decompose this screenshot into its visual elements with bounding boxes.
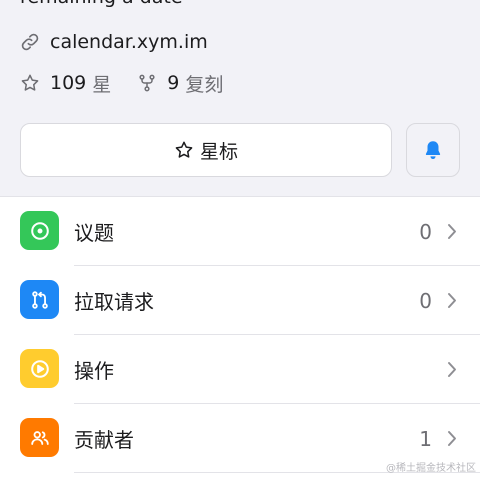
chevron-right-icon xyxy=(448,293,456,308)
list-item-pull-requests[interactable]: 拉取请求 0 xyxy=(0,266,480,335)
chevron-right-icon xyxy=(448,224,456,239)
list-item-count: 0 xyxy=(419,288,432,313)
repo-header: remaining a date calendar.xym.im 109 星 9 xyxy=(0,0,480,196)
chevron-right-icon xyxy=(448,362,456,377)
star-icon xyxy=(175,141,193,158)
play-icon xyxy=(20,349,59,388)
list-item-count: 0 xyxy=(419,219,432,244)
stars-count: 109 xyxy=(50,72,87,94)
list-item-issues[interactable]: 议题 0 xyxy=(0,197,480,266)
website-link[interactable]: calendar.xym.im xyxy=(20,28,208,56)
repo-description: remaining a date xyxy=(20,0,183,8)
bell-icon xyxy=(425,141,441,159)
fork-icon xyxy=(139,74,155,92)
forks-unit: 复刻 xyxy=(185,73,224,96)
forks-count: 9 xyxy=(167,72,180,94)
watermark: @稀土掘金技术社区 xyxy=(386,463,476,474)
list-item-label: 议题 xyxy=(74,221,114,245)
stars-stat[interactable]: 109 星 xyxy=(20,70,111,97)
list-item-count: 1 xyxy=(419,426,432,451)
stars-unit: 星 xyxy=(92,73,112,96)
link-icon xyxy=(21,33,39,51)
list-item-label: 贡献者 xyxy=(74,428,134,452)
issue-icon xyxy=(20,211,59,250)
chevron-right-icon xyxy=(448,431,456,446)
star-button[interactable]: 星标 xyxy=(20,123,392,177)
forks-stat[interactable]: 9 复刻 xyxy=(137,70,223,97)
repo-menu-list: 议题 0 拉取请求 0 操作 贡献者 1 xyxy=(0,196,480,473)
star-button-label: 星标 xyxy=(199,140,238,163)
people-icon xyxy=(20,418,59,457)
repo-stats: 109 星 9 复刻 xyxy=(20,69,223,97)
watch-button[interactable] xyxy=(406,123,460,177)
list-item-label: 拉取请求 xyxy=(74,290,154,314)
star-outline-icon xyxy=(21,74,39,91)
pull-request-icon xyxy=(20,280,59,319)
list-item-actions[interactable]: 操作 xyxy=(0,335,480,404)
list-item-label: 操作 xyxy=(74,359,114,383)
website-text: calendar.xym.im xyxy=(50,31,208,53)
